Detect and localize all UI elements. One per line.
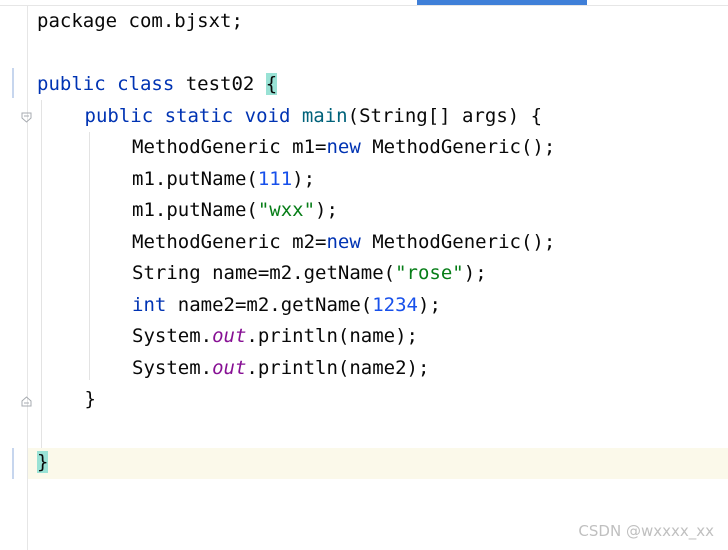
code-line[interactable]: } xyxy=(37,447,49,478)
code-token: String name=m2.getName( xyxy=(132,262,396,284)
code-line[interactable]: MethodGeneric m2=new MethodGeneric(); xyxy=(132,227,555,258)
code-token: System. xyxy=(132,356,213,379)
code-line[interactable]: System.out.println(name); xyxy=(132,321,418,352)
editor-gutter[interactable] xyxy=(0,6,32,550)
current-line-highlight xyxy=(28,448,728,479)
code-token: MethodGeneric(); xyxy=(360,136,556,158)
code-token: out xyxy=(212,356,247,379)
code-token: public class xyxy=(37,73,175,95)
code-token: new xyxy=(326,230,361,253)
fold-start-icon[interactable] xyxy=(21,112,32,123)
code-token: { xyxy=(265,73,278,95)
code-token: ); xyxy=(418,293,441,316)
vcs-change-marker[interactable] xyxy=(12,448,14,479)
code-line[interactable]: package com.bjsxt; xyxy=(37,6,243,37)
code-token: 111 xyxy=(257,167,293,190)
code-line[interactable]: } xyxy=(85,384,96,415)
code-line[interactable]: MethodGeneric m1=new MethodGeneric(); xyxy=(132,132,555,163)
code-token: .println(name2); xyxy=(246,356,430,379)
code-token: test02 xyxy=(174,73,266,95)
code-token: "rose" xyxy=(395,262,464,284)
active-tab-indicator[interactable] xyxy=(417,0,587,5)
code-line[interactable]: m1.putName(111); xyxy=(132,164,315,195)
code-token: int xyxy=(132,293,167,316)
indent-guide xyxy=(89,132,90,380)
code-token: name2=m2.getName( xyxy=(166,293,373,316)
code-token: ); xyxy=(315,199,338,221)
code-token: new xyxy=(326,136,361,158)
code-token: (String[] args) { xyxy=(347,104,543,127)
code-token: main xyxy=(301,104,348,127)
code-token: } xyxy=(37,451,49,473)
code-token: com.bjsxt; xyxy=(117,10,243,32)
fold-end-icon[interactable] xyxy=(21,396,32,407)
code-token: package xyxy=(37,10,118,32)
code-token: m1.putName( xyxy=(132,167,258,190)
code-token: } xyxy=(84,388,96,410)
code-token: ); xyxy=(463,262,487,284)
code-token: out xyxy=(212,325,247,347)
code-line[interactable]: System.out.println(name2); xyxy=(132,353,429,384)
code-line[interactable]: m1.putName("wxx"); xyxy=(132,195,338,226)
code-line[interactable]: public class test02 { xyxy=(37,69,278,100)
watermark: CSDN @wxxxx_xx xyxy=(578,522,714,540)
code-token: m1.putName( xyxy=(132,199,258,221)
code-line[interactable]: public static void main(String[] args) { xyxy=(85,101,543,132)
code-token: .println(name); xyxy=(246,325,418,347)
code-token: MethodGeneric m2= xyxy=(132,230,327,253)
code-token: MethodGeneric m1= xyxy=(132,136,327,158)
code-line[interactable]: int name2=m2.getName(1234); xyxy=(132,290,441,321)
indent-guide xyxy=(41,100,42,448)
code-token: "wxx" xyxy=(257,199,316,221)
code-token: System. xyxy=(132,325,213,347)
code-token: MethodGeneric(); xyxy=(360,230,556,253)
vcs-change-marker[interactable] xyxy=(12,68,14,98)
code-token: ); xyxy=(292,167,316,190)
code-token: public static void xyxy=(84,104,291,127)
code-token: 1234 xyxy=(372,293,418,316)
code-line[interactable]: String name=m2.getName("rose"); xyxy=(132,258,487,289)
